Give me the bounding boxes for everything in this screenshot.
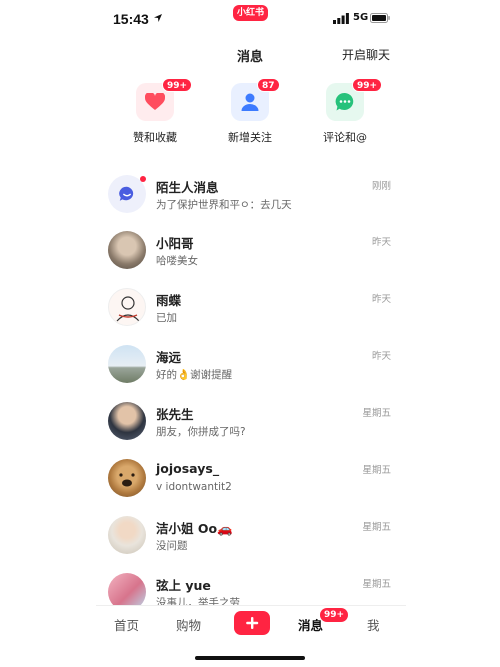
list-item[interactable]: 弦上 yue 没事儿，举手之劳 星期五 bbox=[108, 573, 393, 605]
conversation-name: jojosays_ bbox=[156, 461, 220, 476]
conversation-preview: 没事儿，举手之劳 bbox=[156, 597, 240, 605]
followers-tile-icon-box: 87 bbox=[231, 78, 280, 121]
likes-label: 赞和收藏 bbox=[133, 131, 177, 144]
conversation-name: 小阳哥 bbox=[156, 236, 194, 251]
chat-bubble-icon bbox=[335, 92, 354, 111]
new-followers-tile[interactable]: 87 新增关注 bbox=[210, 78, 290, 145]
conversation-preview: 没问题 bbox=[156, 540, 188, 552]
conversation-name: 弦上 yue bbox=[156, 578, 211, 593]
avatar bbox=[108, 402, 146, 440]
conversation-preview: 为了保护世界和平ㅇ：去几天 bbox=[156, 199, 292, 211]
followers-label: 新增关注 bbox=[228, 131, 272, 144]
tab-shop[interactable]: 购物 bbox=[176, 615, 201, 634]
cellular-signal-icon bbox=[333, 13, 349, 24]
location-arrow-icon bbox=[154, 14, 162, 22]
tab-me[interactable]: 我 bbox=[367, 615, 380, 634]
list-item[interactable]: jojosays_ v idontwantit2 星期五 bbox=[108, 459, 393, 516]
conversation-time: 刚刚 bbox=[371, 181, 391, 192]
page-title: 消息 bbox=[236, 50, 263, 65]
list-item[interactable]: 小阳哥 哈喽美女 昨天 bbox=[108, 231, 393, 288]
likes-tile-icon-box: 99+ bbox=[136, 78, 193, 121]
tab-messages[interactable]: 消息 bbox=[298, 615, 323, 634]
conversation-name: 雨蝶 bbox=[156, 293, 182, 308]
conversation-name: 陌生人消息 bbox=[156, 180, 219, 195]
comments-tile-icon-box: 99+ bbox=[326, 78, 383, 121]
conversation-preview: 哈喽美女 bbox=[156, 255, 198, 267]
avatar bbox=[108, 573, 146, 605]
list-item[interactable]: 海远 好的👌谢谢提醒 昨天 bbox=[108, 345, 393, 402]
comments-and-mentions-tile[interactable]: 99+ 评论和@ bbox=[305, 78, 385, 145]
likes-and-collects-tile[interactable]: 99+ 赞和收藏 bbox=[115, 78, 195, 145]
list-item[interactable]: 张先生 朋友，你拼成了吗? 星期五 bbox=[108, 402, 393, 459]
dog-face-icon bbox=[119, 473, 135, 487]
conversation-preview: 朋友，你拼成了吗? bbox=[156, 426, 246, 438]
conversation-preview: v idontwantit2 bbox=[156, 481, 232, 493]
conversation-time: 星期五 bbox=[362, 579, 391, 590]
start-chat-button[interactable]: 开启聊天 bbox=[342, 46, 390, 63]
conversation-time: 星期五 bbox=[362, 465, 391, 476]
list-item[interactable]: 洁小姐 Oo🚗 没问题 星期五 bbox=[108, 516, 393, 573]
avatar bbox=[108, 231, 146, 269]
comments-badge: 99+ bbox=[352, 78, 383, 92]
status-time: 15:43 bbox=[113, 11, 149, 27]
battery-icon bbox=[370, 13, 390, 23]
avatar bbox=[108, 288, 146, 326]
tab-home[interactable]: 首页 bbox=[114, 615, 139, 634]
conversation-time: 昨天 bbox=[371, 351, 391, 362]
comments-label: 评论和@ bbox=[323, 131, 367, 144]
avatar bbox=[108, 516, 146, 554]
person-icon bbox=[241, 93, 259, 111]
conversation-time: 星期五 bbox=[362, 408, 391, 419]
create-post-button[interactable] bbox=[234, 611, 270, 635]
list-item[interactable]: 陌生人消息 为了保护世界和平ㅇ：去几天 刚刚 bbox=[108, 175, 393, 232]
conversation-time: 昨天 bbox=[371, 237, 391, 248]
conversation-preview: 好的👌谢谢提醒 bbox=[156, 369, 233, 381]
avatar bbox=[108, 345, 146, 383]
home-indicator bbox=[195, 656, 305, 660]
heart-icon bbox=[145, 93, 165, 110]
conversation-time: 昨天 bbox=[371, 294, 391, 305]
avatar bbox=[108, 459, 146, 497]
likes-badge: 99+ bbox=[162, 78, 193, 92]
unread-dot bbox=[140, 176, 146, 182]
conversation-name: 洁小姐 Oo🚗 bbox=[156, 521, 233, 536]
stranger-bubble-icon bbox=[119, 186, 134, 201]
conversation-preview: 已加 bbox=[156, 312, 177, 324]
app-pill: 小红书 bbox=[233, 5, 268, 21]
conversation-time: 星期五 bbox=[362, 522, 391, 533]
status-bar: 15:43 小红书 5G bbox=[0, 0, 500, 38]
list-item[interactable]: 雨蝶 已加 昨天 bbox=[108, 288, 393, 345]
sketch-figure-icon bbox=[116, 296, 140, 322]
conversation-name: 海远 bbox=[156, 350, 182, 365]
bottom-tab-bar: 首页 购物 消息 99+ 我 bbox=[96, 605, 406, 641]
messages-tab-badge: 99+ bbox=[320, 608, 349, 622]
followers-badge: 87 bbox=[257, 78, 280, 92]
conversation-name: 张先生 bbox=[156, 407, 194, 422]
network-type: 5G bbox=[353, 12, 369, 23]
plus-icon bbox=[246, 617, 259, 629]
